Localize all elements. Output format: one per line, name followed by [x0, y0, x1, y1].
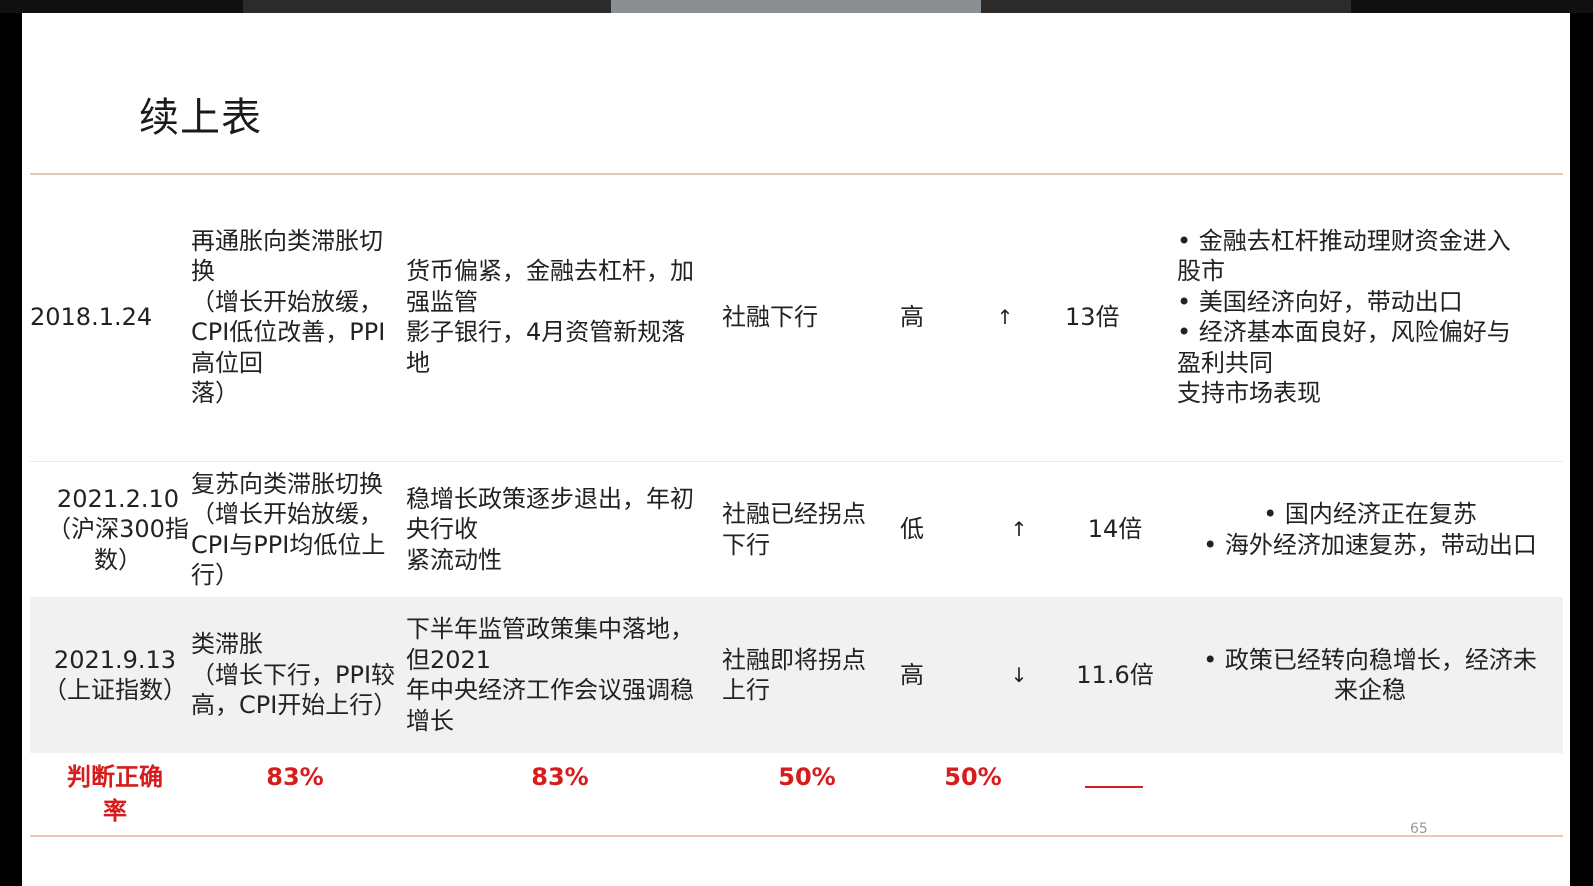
video-thumbnail-left	[243, 0, 611, 13]
reason-line: 支持市场表现	[1177, 379, 1321, 407]
window-top-strip	[0, 0, 1593, 13]
slide-title: 续上表	[139, 95, 262, 141]
reasons-cell: • 政策已经转向稳增长，经济未 来企稳	[1177, 597, 1563, 753]
reason-line: 股市	[1177, 257, 1225, 285]
policy-cell: 稳增长政策逐步退出，年初 央行收 紧流动性	[406, 462, 716, 597]
credit-line: 上行	[722, 676, 770, 704]
reason-line: • 经济基本面良好，风险偏好与	[1177, 318, 1511, 346]
accuracy-label-line: 率	[103, 797, 127, 825]
reason-line: • 金融去杠杆推动理财资金进入	[1177, 226, 1511, 255]
accuracy-label: 判断正确 率	[40, 759, 190, 829]
reason-line: • 国内经济正在复苏	[1263, 500, 1477, 528]
date-cell: 2021.2.10 （沪深300指 数）	[47, 462, 189, 597]
credit-cell: 社融下行	[722, 175, 892, 459]
video-thumbnail-right	[981, 0, 1351, 13]
accuracy-label-line: 判断正确	[67, 763, 163, 791]
policy-cell: 下半年监管政策集中落地， 但2021 年中央经济工作会议强调稳 增长	[406, 597, 716, 753]
policy-line: 年中央经济工作会议强调稳	[406, 676, 694, 704]
level-cell: 高	[900, 175, 960, 459]
multiple-cell: 14倍	[1070, 462, 1160, 597]
level-text: 高	[900, 660, 924, 689]
accuracy-dash	[1085, 786, 1143, 788]
policy-line: 影子银行，4月资管新规落	[406, 318, 686, 346]
policy-line: 强监管	[406, 287, 478, 316]
accuracy-value: 50%	[778, 762, 836, 791]
date-text: 数）	[94, 545, 142, 574]
accuracy-value: 83%	[531, 762, 589, 791]
policy-line: 紧流动性	[406, 545, 502, 574]
policy-line: 但2021	[406, 645, 492, 674]
up-arrow-icon: ↑	[996, 304, 1014, 329]
date-cell: 2018.1.24	[30, 175, 190, 459]
policy-line: 增长	[406, 706, 454, 735]
arrow-cell: ↑	[990, 175, 1020, 459]
date-text: 2018.1.24	[30, 302, 153, 331]
reasons-cell: • 国内经济正在复苏 • 海外经济加速复苏，带动出口	[1177, 462, 1563, 597]
phase-line: 再通胀向类滞胀切	[191, 226, 383, 255]
level-cell: 低	[900, 462, 960, 597]
phase-cell: 复苏向类滞胀切换 （增长开始放缓， CPI与PPI均低位上 行）	[191, 462, 406, 597]
credit-cell: 社融即将拐点 上行	[722, 597, 892, 753]
level-cell: 高	[900, 597, 960, 753]
multiple-text: 13倍	[1065, 302, 1120, 331]
reason-line: 盈利共同	[1177, 348, 1273, 377]
policy-line: 货币偏紧，金融去杠杆，加	[406, 257, 694, 285]
phase-line: CPI低位改善，PPI	[191, 318, 386, 346]
phase-cell: 类滞胀 （增长下行，PPI较 高，CPI开始上行）	[191, 597, 406, 753]
phase-cell: 再通胀向类滞胀切 换 （增长开始放缓， CPI低位改善，PPI 高位回 落）	[191, 175, 401, 459]
phase-line: 换	[191, 257, 215, 285]
table-row: 2021.2.10 （沪深300指 数） 复苏向类滞胀切换 （增长开始放缓， C…	[30, 461, 1563, 597]
up-arrow-icon: ↑	[1010, 517, 1028, 542]
credit-line: 下行	[722, 530, 770, 559]
arrow-cell: ↓	[1004, 597, 1034, 753]
date-text: 2021.2.10	[56, 484, 180, 513]
phase-line: （增长开始放缓，	[191, 500, 383, 528]
reason-line: • 美国经济向好，带动出口	[1177, 287, 1463, 316]
reason-line: • 政策已经转向稳增长，经济未	[1203, 645, 1537, 674]
policy-line: 央行收	[406, 515, 478, 544]
table-row: 2018.1.24 再通胀向类滞胀切 换 （增长开始放缓， CPI低位改善，PP…	[30, 175, 1563, 459]
phase-line: 复苏向类滞胀切换	[191, 469, 383, 498]
reason-line: • 海外经济加速复苏，带动出口	[1203, 530, 1537, 559]
down-arrow-icon: ↓	[1010, 662, 1028, 687]
policy-line: 下半年监管政策集中落地，	[406, 615, 694, 643]
page-number: 65	[1410, 821, 1428, 837]
date-cell: 2021.9.13 （上证指数）	[40, 597, 190, 753]
multiple-cell: 11.6倍	[1070, 597, 1160, 753]
table-row: 2021.9.13 （上证指数） 类滞胀 （增长下行，PPI较 高，CPI开始上…	[30, 597, 1563, 753]
credit-line: 社融即将拐点	[722, 645, 866, 674]
phase-line: 高位回	[191, 348, 263, 377]
accuracy-value: 50%	[944, 762, 1002, 791]
date-text: 2021.9.13	[53, 645, 177, 674]
policy-line: 稳增长政策逐步退出，年初	[406, 484, 694, 513]
level-text: 高	[900, 302, 924, 331]
date-text: （上证指数）	[43, 676, 187, 704]
accuracy-value: 83%	[266, 762, 324, 791]
phase-line: （增长开始放缓，	[191, 287, 383, 316]
slide: 续上表 2018.1.24 再通胀向类滞胀切 换 （增长开始放缓， CPI低位改…	[22, 13, 1570, 886]
phase-line: 类滞胀	[191, 630, 263, 659]
phase-line: CPI与PPI均低位上	[191, 530, 386, 559]
policy-line: 地	[406, 348, 430, 377]
arrow-cell: ↑	[1004, 462, 1034, 597]
phase-line: （增长下行，PPI较	[191, 660, 396, 689]
credit-line: 社融已经拐点	[722, 500, 866, 528]
reason-line: 来企稳	[1334, 676, 1406, 704]
multiple-text: 14倍	[1087, 515, 1143, 544]
phase-line: 高，CPI开始上行）	[191, 691, 398, 720]
credit-line: 社融下行	[722, 302, 818, 331]
date-text: （沪深300指	[47, 515, 189, 544]
accuracy-row: 判断正确 率 83% 83% 50% 50%	[30, 753, 1563, 833]
bottom-divider	[30, 835, 1563, 837]
level-text: 低	[900, 515, 924, 544]
phase-line: 行）	[191, 561, 239, 589]
credit-cell: 社融已经拐点 下行	[722, 462, 892, 597]
video-thumbnail-center	[611, 0, 981, 13]
reasons-cell: • 金融去杠杆推动理财资金进入 股市 • 美国经济向好，带动出口 • 经济基本面…	[1177, 175, 1557, 459]
multiple-cell: 13倍	[1065, 175, 1155, 459]
policy-cell: 货币偏紧，金融去杠杆，加 强监管 影子银行，4月资管新规落 地	[406, 175, 716, 459]
phase-line: 落）	[191, 379, 239, 407]
multiple-text: 11.6倍	[1076, 660, 1154, 689]
